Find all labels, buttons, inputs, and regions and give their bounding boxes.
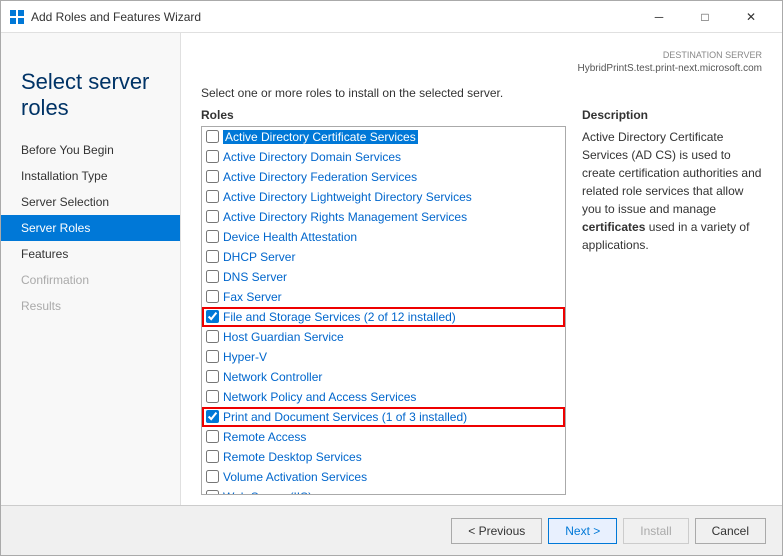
app-icon <box>9 9 25 25</box>
role-checkbox-8[interactable] <box>206 270 219 283</box>
list-item[interactable]: Network Policy and Access Services <box>202 387 565 407</box>
list-item[interactable]: Device Health Attestation <box>202 227 565 247</box>
sidebar-nav: Before You Begin Installation Type Serve… <box>1 137 180 319</box>
sidebar-item-server-roles[interactable]: Server Roles <box>1 215 180 241</box>
sidebar-item-before-you-begin[interactable]: Before You Begin <box>1 137 180 163</box>
previous-button[interactable]: < Previous <box>451 518 542 544</box>
description-title: Description <box>582 108 762 122</box>
list-item[interactable]: File and Storage Services (2 of 12 insta… <box>202 307 565 327</box>
role-name-19: Web Server (IIS) <box>223 490 312 495</box>
list-item[interactable]: Print and Document Services (1 of 3 inst… <box>202 407 565 427</box>
role-checkbox-5[interactable] <box>206 210 219 223</box>
list-item[interactable]: Active Directory Certificate Services <box>202 127 565 147</box>
role-name-6: Device Health Attestation <box>223 230 357 244</box>
next-button[interactable]: Next > <box>548 518 617 544</box>
page-title: Select server roles <box>21 69 160 121</box>
list-item[interactable]: Active Directory Rights Management Servi… <box>202 207 565 227</box>
description-highlight: certificates <box>582 220 645 234</box>
minimize-button[interactable]: ─ <box>636 1 682 33</box>
role-checkbox-4[interactable] <box>206 190 219 203</box>
list-item[interactable]: Volume Activation Services <box>202 467 565 487</box>
list-item[interactable]: DHCP Server <box>202 247 565 267</box>
list-item[interactable]: Web Server (IIS) <box>202 487 565 495</box>
list-item[interactable]: DNS Server <box>202 267 565 287</box>
role-name-10: File and Storage Services (2 of 12 insta… <box>223 310 456 324</box>
role-name-8: DNS Server <box>223 270 287 284</box>
roles-list-container[interactable]: Active Directory Certificate Services Ac… <box>201 126 566 495</box>
role-checkbox-7[interactable] <box>206 250 219 263</box>
list-item[interactable]: Hyper-V <box>202 347 565 367</box>
role-checkbox-11[interactable] <box>206 330 219 343</box>
list-item[interactable]: Active Directory Federation Services <box>202 167 565 187</box>
role-name-2: Active Directory Domain Services <box>223 150 401 164</box>
description-panel: Description Active Directory Certificate… <box>582 108 762 495</box>
role-name-13: Network Controller <box>223 370 322 384</box>
role-checkbox-2[interactable] <box>206 150 219 163</box>
dest-server-label: DESTINATION SERVER <box>201 49 762 62</box>
role-checkbox-16[interactable] <box>206 430 219 443</box>
roles-label: Roles <box>201 108 566 122</box>
install-button: Install <box>623 518 688 544</box>
window-controls: ─ □ ✕ <box>636 1 774 33</box>
role-checkbox-3[interactable] <box>206 170 219 183</box>
content-area: Select server roles Before You Begin Ins… <box>1 33 782 505</box>
role-name-1: Active Directory Certificate Services <box>223 130 418 144</box>
sidebar-item-server-selection[interactable]: Server Selection <box>1 189 180 215</box>
role-name-15: Print and Document Services (1 of 3 inst… <box>223 410 467 424</box>
page-title-area: Select server roles <box>1 53 180 129</box>
dest-server-value: HybridPrintS.test.print-next.microsoft.c… <box>578 63 763 74</box>
roles-column: Roles Active Directory Certificate Servi… <box>201 108 566 495</box>
list-item[interactable]: Host Guardian Service <box>202 327 565 347</box>
list-item[interactable]: Network Controller <box>202 367 565 387</box>
role-checkbox-9[interactable] <box>206 290 219 303</box>
maximize-button[interactable]: □ <box>682 1 728 33</box>
list-item[interactable]: Active Directory Domain Services <box>202 147 565 167</box>
list-item[interactable]: Remote Access <box>202 427 565 447</box>
role-name-5: Active Directory Rights Management Servi… <box>223 210 467 224</box>
role-checkbox-1[interactable] <box>206 130 219 143</box>
sidebar-item-confirmation: Confirmation <box>1 267 180 293</box>
roles-area: Roles Active Directory Certificate Servi… <box>201 108 762 495</box>
window-title: Add Roles and Features Wizard <box>31 10 636 24</box>
window: Add Roles and Features Wizard ─ □ ✕ Sele… <box>0 0 783 556</box>
list-item[interactable]: Fax Server <box>202 287 565 307</box>
role-name-7: DHCP Server <box>223 250 295 264</box>
role-name-14: Network Policy and Access Services <box>223 390 416 404</box>
role-name-4: Active Directory Lightweight Directory S… <box>223 190 472 204</box>
role-name-9: Fax Server <box>223 290 282 304</box>
list-item[interactable]: Active Directory Lightweight Directory S… <box>202 187 565 207</box>
close-button[interactable]: ✕ <box>728 1 774 33</box>
role-checkbox-13[interactable] <box>206 370 219 383</box>
description-text: Active Directory Certificate Services (A… <box>582 128 762 254</box>
cancel-button[interactable]: Cancel <box>695 518 766 544</box>
sidebar: Select server roles Before You Begin Ins… <box>1 33 181 505</box>
role-checkbox-17[interactable] <box>206 450 219 463</box>
role-checkbox-19[interactable] <box>206 490 219 495</box>
list-item[interactable]: Remote Desktop Services <box>202 447 565 467</box>
role-name-16: Remote Access <box>223 430 306 444</box>
role-name-18: Volume Activation Services <box>223 470 367 484</box>
sidebar-item-results: Results <box>1 293 180 319</box>
role-checkbox-18[interactable] <box>206 470 219 483</box>
role-checkbox-10[interactable] <box>206 310 219 323</box>
role-checkbox-14[interactable] <box>206 390 219 403</box>
destination-server: DESTINATION SERVER HybridPrintS.test.pri… <box>201 49 762 76</box>
roles-list: Active Directory Certificate Services Ac… <box>202 127 565 495</box>
role-checkbox-12[interactable] <box>206 350 219 363</box>
role-name-12: Hyper-V <box>223 350 267 364</box>
titlebar: Add Roles and Features Wizard ─ □ ✕ <box>1 1 782 33</box>
role-checkbox-15[interactable] <box>206 410 219 423</box>
role-name-3: Active Directory Federation Services <box>223 170 417 184</box>
footer: < Previous Next > Install Cancel <box>1 505 782 555</box>
sidebar-item-features[interactable]: Features <box>1 241 180 267</box>
role-name-17: Remote Desktop Services <box>223 450 362 464</box>
main-content: DESTINATION SERVER HybridPrintS.test.pri… <box>181 33 782 505</box>
instruction-text: Select one or more roles to install on t… <box>201 86 762 100</box>
role-checkbox-6[interactable] <box>206 230 219 243</box>
role-name-11: Host Guardian Service <box>223 330 344 344</box>
sidebar-item-installation-type[interactable]: Installation Type <box>1 163 180 189</box>
